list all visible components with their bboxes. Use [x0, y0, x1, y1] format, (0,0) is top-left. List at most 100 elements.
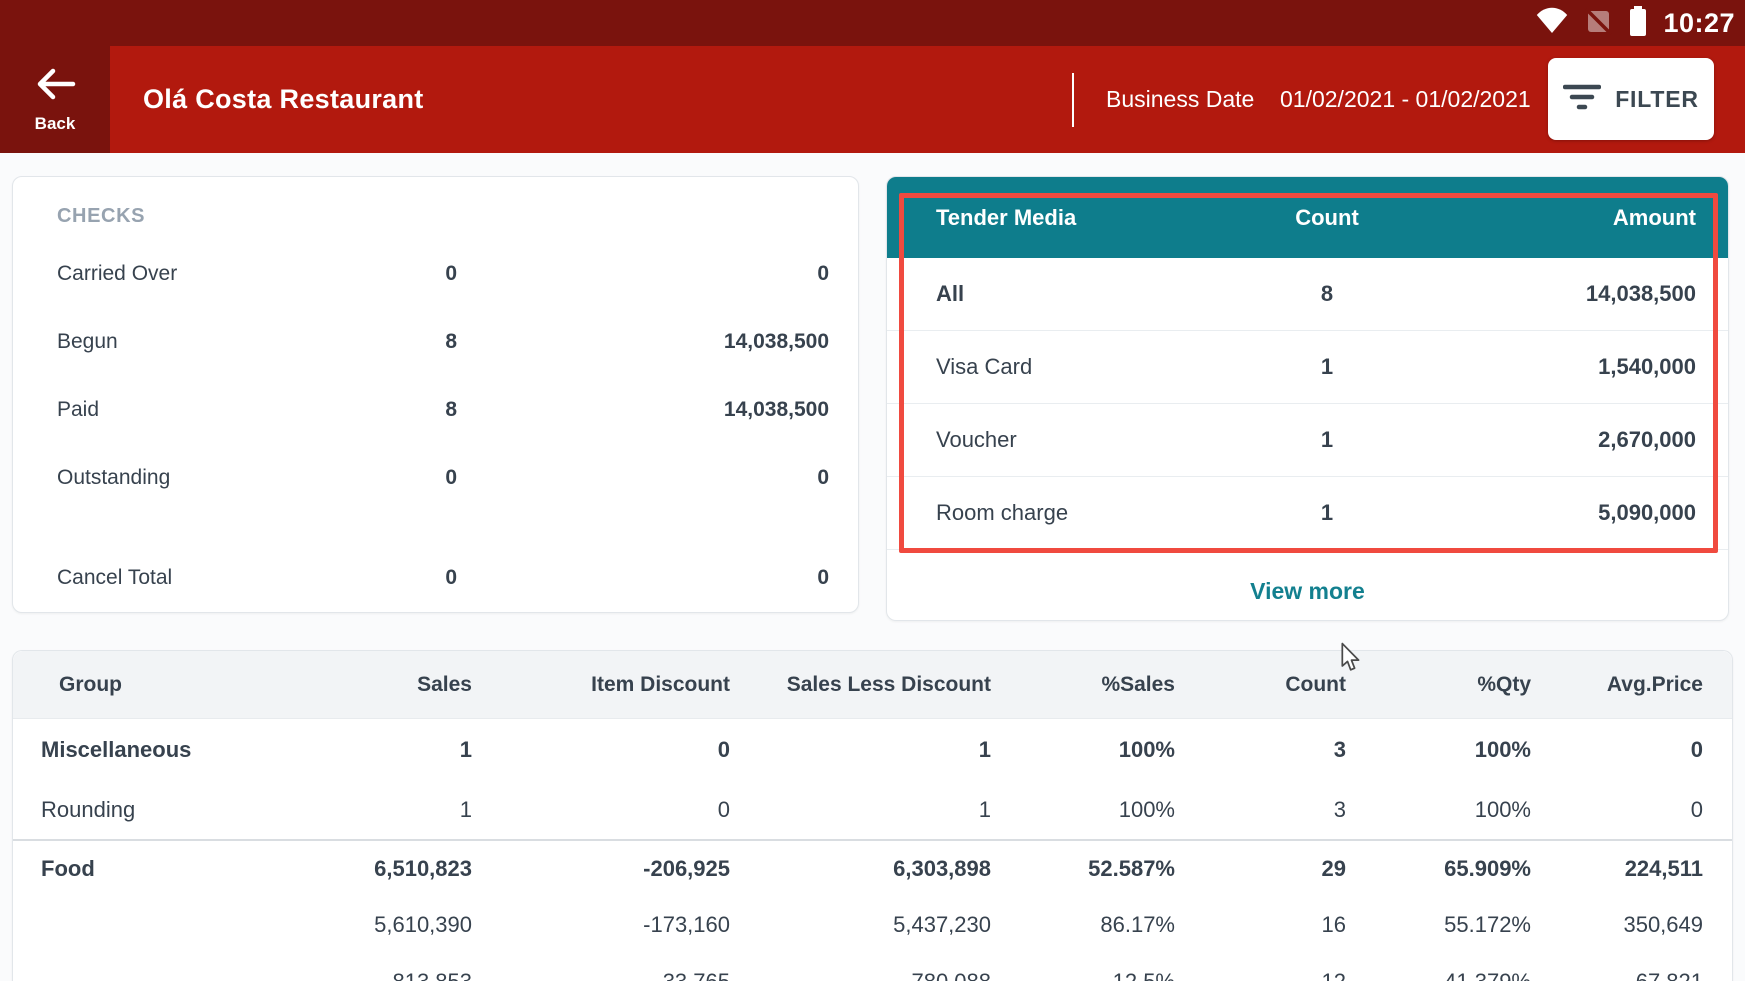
tender-media-name: Voucher: [936, 427, 1227, 453]
count-column-header: Count: [1175, 673, 1346, 697]
sales-by-group-card: Group Sales Item Discount Sales Less Dis…: [12, 650, 1733, 981]
group-name: Food: [13, 856, 353, 882]
tender-media-name: All: [936, 281, 1227, 307]
sales-row-food-sub-1[interactable]: 5,610,390 -173,160 5,437,230 86.17% 16 5…: [13, 896, 1732, 953]
tender-media-name: Visa Card: [936, 354, 1227, 380]
tender-amount: 14,038,500: [1427, 281, 1696, 307]
checks-row-count: 8: [317, 330, 457, 354]
percent-sales-value: 12.5%: [991, 969, 1175, 981]
count-value: 16: [1175, 912, 1346, 938]
tender-count: 1: [1227, 427, 1427, 453]
amount-column-header: Amount: [1427, 205, 1696, 231]
status-bar: 10:27: [0, 0, 1745, 46]
percent-qty-value: 100%: [1346, 737, 1531, 763]
checks-row-amount: 0: [457, 466, 829, 490]
sales-less-discount-value: 5,437,230: [730, 912, 991, 938]
business-date-label: Business Date: [1106, 46, 1254, 153]
sales-less-discount-value: 6,303,898: [730, 856, 991, 882]
item-discount-value: 0: [472, 797, 730, 823]
checks-row-amount: 14,038,500: [457, 330, 829, 354]
avg-price-column-header: Avg.Price: [1531, 673, 1703, 697]
percent-sales-value: 100%: [991, 737, 1175, 763]
count-value: 3: [1175, 797, 1346, 823]
percent-sales-value: 52.587%: [991, 856, 1175, 882]
group-column-header: Group: [13, 673, 353, 697]
tender-media-card: Tender Media Count Amount All 8 14,038,5…: [886, 176, 1729, 621]
percent-sales-value: 100%: [991, 797, 1175, 823]
tender-count: 1: [1227, 354, 1427, 380]
business-date-value[interactable]: 01/02/2021 - 01/02/2021: [1280, 46, 1531, 153]
avg-price-value: 224,511: [1531, 856, 1703, 882]
tender-media-name: Room charge: [936, 500, 1227, 526]
percent-qty-column-header: %Qty: [1346, 673, 1531, 697]
tender-count: 8: [1227, 281, 1427, 307]
percent-qty-value: 41.379%: [1346, 969, 1531, 981]
tender-amount: 1,540,000: [1427, 354, 1696, 380]
checks-row-label: Cancel Total: [57, 566, 317, 590]
sales-less-discount-value: 1: [730, 797, 991, 823]
checks-row-paid: Paid 8 14,038,500: [13, 395, 858, 425]
tender-row-room-charge[interactable]: Room charge 1 5,090,000: [887, 477, 1728, 550]
sales-row-rounding[interactable]: Rounding 1 0 1 100% 3 100% 0: [13, 781, 1732, 839]
tender-count: 1: [1227, 500, 1427, 526]
checks-row-amount: 0: [457, 262, 829, 286]
checks-row-begun: Begun 8 14,038,500: [13, 327, 858, 357]
checks-row-label: Begun: [57, 330, 317, 354]
percent-qty-value: 65.909%: [1346, 856, 1531, 882]
item-discount-value: 0: [472, 737, 730, 763]
tender-media-column-header: Tender Media: [936, 205, 1227, 231]
sales-value: 5,610,390: [353, 912, 472, 938]
avg-price-value: 0: [1531, 737, 1703, 763]
no-signal-icon: [1583, 6, 1613, 41]
checks-row-amount: 14,038,500: [457, 398, 829, 422]
back-button-label: Back: [35, 114, 76, 134]
checks-row-label: Paid: [57, 398, 317, 422]
wifi-icon: [1536, 7, 1568, 40]
back-button[interactable]: Back: [0, 46, 110, 153]
checks-row-label: Outstanding: [57, 466, 317, 490]
checks-card: CHECKS Carried Over 0 0 Begun 8 14,038,5…: [12, 176, 859, 613]
tender-row-visa-card[interactable]: Visa Card 1 1,540,000: [887, 331, 1728, 404]
checks-row-count: 0: [317, 262, 457, 286]
status-time: 10:27: [1663, 8, 1735, 39]
filter-button[interactable]: FILTER: [1548, 58, 1714, 140]
battery-icon: [1628, 5, 1648, 42]
sales-row-food-sub-2[interactable]: 813,853 -33,765 780,088 12.5% 12 41.379%…: [13, 953, 1732, 981]
checks-card-title: CHECKS: [57, 205, 145, 228]
avg-price-value: 0: [1531, 797, 1703, 823]
checks-row-amount: 0: [457, 566, 829, 590]
tender-amount: 5,090,000: [1427, 500, 1696, 526]
percent-sales-column-header: %Sales: [991, 673, 1175, 697]
checks-row-carried-over: Carried Over 0 0: [13, 259, 858, 289]
sales-row-miscellaneous[interactable]: Miscellaneous 1 0 1 100% 3 100% 0: [13, 719, 1732, 781]
checks-row-label: Carried Over: [57, 262, 317, 286]
group-name: Miscellaneous: [13, 737, 353, 763]
sales-column-header: Sales: [353, 673, 472, 697]
sales-value: 1: [353, 797, 472, 823]
avg-price-value: 67,821: [1531, 969, 1703, 981]
tender-media-header-row: Tender Media Count Amount: [887, 177, 1728, 258]
avg-price-value: 350,649: [1531, 912, 1703, 938]
view-more-link[interactable]: View more: [887, 567, 1728, 615]
tender-row-voucher[interactable]: Voucher 1 2,670,000: [887, 404, 1728, 477]
item-discount-value: -33,765: [472, 969, 730, 981]
checks-row-cancel-total: Cancel Total 0 0: [13, 563, 858, 593]
tender-row-all[interactable]: All 8 14,038,500: [887, 258, 1728, 331]
app-screen: 10:27 Back Olá Costa Restaurant Business…: [0, 0, 1745, 981]
percent-qty-value: 100%: [1346, 797, 1531, 823]
tender-amount: 2,670,000: [1427, 427, 1696, 453]
filter-button-label: FILTER: [1615, 86, 1699, 113]
count-value: 29: [1175, 856, 1346, 882]
count-column-header: Count: [1227, 205, 1427, 231]
count-value: 3: [1175, 737, 1346, 763]
item-discount-column-header: Item Discount: [472, 673, 730, 697]
sales-value: 813,853: [353, 969, 472, 981]
item-discount-value: -173,160: [472, 912, 730, 938]
app-header: Back Olá Costa Restaurant Business Date …: [0, 46, 1745, 153]
sales-value: 6,510,823: [353, 856, 472, 882]
back-arrow-icon: [32, 66, 78, 107]
percent-qty-value: 55.172%: [1346, 912, 1531, 938]
checks-row-count: 0: [317, 466, 457, 490]
count-value: 12: [1175, 969, 1346, 981]
sales-row-food[interactable]: Food 6,510,823 -206,925 6,303,898 52.587…: [13, 839, 1732, 896]
